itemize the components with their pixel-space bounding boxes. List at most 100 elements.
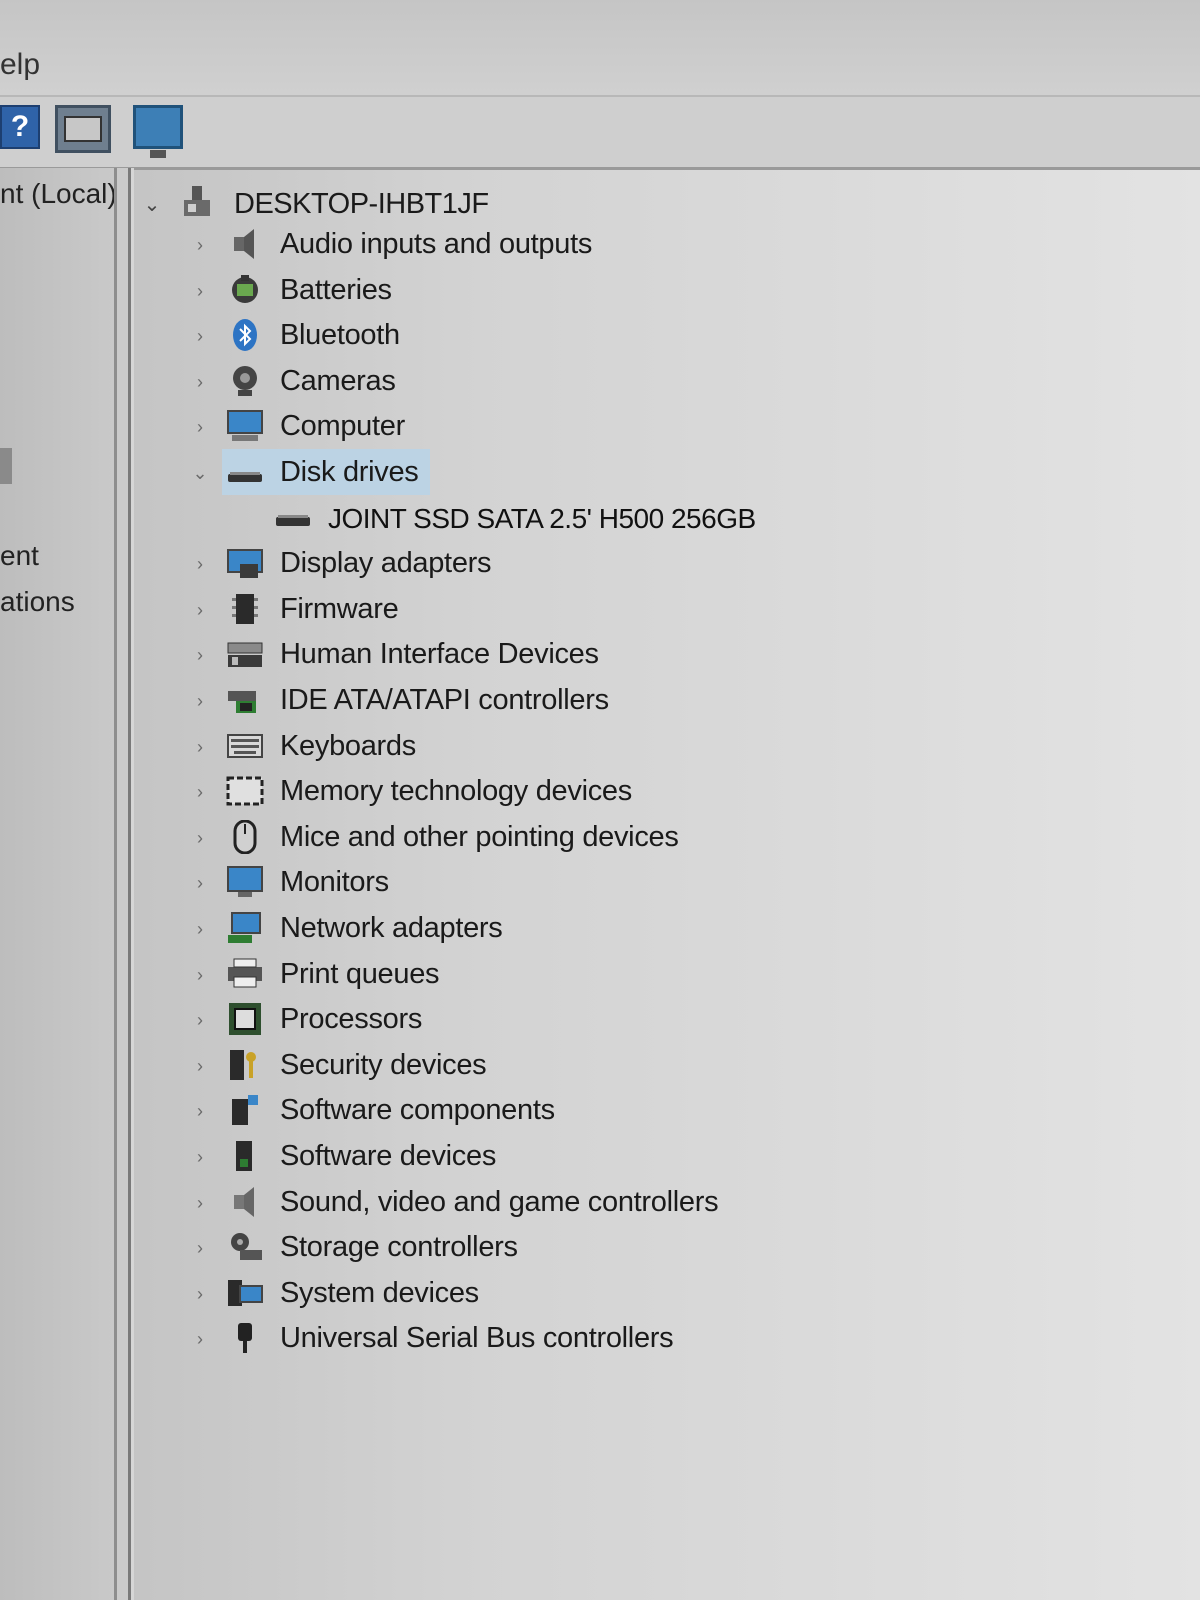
chevron-right-icon[interactable]: › [190, 1284, 210, 1305]
tree-node-label: Computer [280, 410, 405, 443]
tree-node[interactable]: › Keyboards [134, 725, 1134, 769]
chevron-right-icon[interactable]: › [190, 1101, 210, 1122]
hid-icon [226, 637, 264, 671]
security-device-icon [226, 1048, 264, 1082]
tree-node-label: Processors [280, 1003, 423, 1036]
tree-node[interactable]: ⌄ Disk drives [134, 449, 1134, 495]
chevron-down-icon[interactable]: ⌄ [142, 192, 162, 217]
tree-node[interactable]: › Print queues [134, 953, 1134, 997]
computer-tree-icon [184, 186, 210, 216]
tree-node[interactable]: › Batteries [134, 269, 1134, 313]
network-adapter-icon [226, 911, 264, 945]
tree-node-label: Human Interface Devices [280, 638, 599, 671]
chevron-down-icon[interactable]: ⌄ [190, 463, 210, 484]
tree-node-label: Storage controllers [280, 1231, 518, 1264]
tree-node[interactable]: › Human Interface Devices [134, 633, 1134, 677]
speaker-icon [226, 227, 264, 261]
menu-help[interactable]: elp [0, 48, 40, 82]
tree-node-label: Bluetooth [280, 319, 400, 352]
chevron-right-icon[interactable]: › [190, 281, 210, 302]
camera-icon [226, 364, 264, 398]
tree-node[interactable]: › Storage controllers [134, 1226, 1134, 1270]
tree-node[interactable]: › System devices [134, 1272, 1134, 1316]
tree-node[interactable]: › Software components [134, 1089, 1134, 1133]
sound-controller-icon [226, 1185, 264, 1219]
system-device-icon [226, 1276, 264, 1310]
tree-node[interactable]: › IDE ATA/ATAPI controllers [134, 679, 1134, 723]
tree-node[interactable]: › Network adapters [134, 907, 1134, 951]
tree-node-label: Cameras [280, 364, 396, 397]
device-tree: ⌄ DESKTOP-IHBT1JF › Audio inputs and outp… [134, 168, 1200, 1600]
left-pane-item[interactable]: ent [0, 540, 39, 572]
tree-node-label: Batteries [280, 273, 392, 306]
left-pane-item[interactable]: ations [0, 586, 75, 618]
tree-node-label: Network adapters [280, 912, 503, 944]
firmware-icon [226, 592, 264, 626]
tree-node[interactable]: › Security devices [134, 1044, 1134, 1088]
processor-icon [226, 1002, 264, 1036]
chevron-right-icon[interactable]: › [190, 965, 210, 986]
tree-node[interactable]: › Software devices [134, 1135, 1134, 1179]
tree-node[interactable]: › Universal Serial Bus controllers [134, 1317, 1134, 1361]
chevron-right-icon[interactable]: › [190, 1329, 210, 1350]
memory-icon [226, 774, 264, 808]
mouse-icon [226, 819, 264, 855]
chevron-right-icon[interactable]: › [190, 645, 210, 666]
chevron-right-icon[interactable]: › [190, 1238, 210, 1259]
tree-node[interactable]: › Computer [134, 405, 1134, 449]
chevron-right-icon[interactable]: › [190, 873, 210, 894]
chevron-right-icon[interactable]: › [190, 372, 210, 393]
tree-node-label: Mice and other pointing devices [280, 820, 679, 853]
tree-node[interactable]: › Sound, video and game controllers [134, 1181, 1134, 1225]
chevron-right-icon[interactable]: › [190, 691, 210, 712]
tree-node[interactable]: › Display adapters [134, 542, 1134, 586]
chevron-right-icon[interactable]: › [190, 1193, 210, 1214]
bluetooth-icon [226, 318, 264, 352]
tree-node[interactable]: › Monitors [134, 861, 1134, 905]
tree-node[interactable]: › Bluetooth [134, 314, 1134, 358]
chevron-right-icon[interactable]: › [190, 235, 210, 256]
chevron-right-icon[interactable]: › [190, 1147, 210, 1168]
tree-node[interactable]: › Cameras [134, 360, 1134, 404]
chevron-right-icon[interactable]: › [190, 1056, 210, 1077]
software-component-icon [226, 1093, 264, 1127]
left-pane-root-item[interactable]: nt (Local) [0, 178, 117, 210]
chevron-right-icon[interactable]: › [190, 1010, 210, 1031]
tree-node-label: Display adapters [280, 547, 492, 580]
console-tree-pane [0, 168, 114, 1600]
tree-node[interactable]: › Mice and other pointing devices [134, 816, 1134, 860]
tree-node-label: Security devices [280, 1048, 487, 1081]
device-manager-window: elp ? nt (Local) ent ations ⌄ DESKTOP-IH… [0, 0, 1200, 1600]
chevron-right-icon[interactable]: › [190, 600, 210, 621]
tree-node-label: IDE ATA/ATAPI controllers [280, 684, 609, 716]
monitor-icon [226, 865, 264, 899]
tree-node[interactable]: › Audio inputs and outputs [134, 223, 1134, 267]
chevron-right-icon[interactable]: › [190, 919, 210, 940]
tree-node-label: Firmware [280, 592, 399, 625]
tree-node-label: Monitors [280, 866, 389, 899]
show-hide-console-tree-icon[interactable] [55, 105, 111, 153]
pane-splitter[interactable] [114, 168, 134, 1600]
help-icon[interactable]: ? [0, 105, 40, 149]
tree-node-label: Software components [280, 1094, 555, 1127]
tree-node-label: Memory technology devices [280, 775, 632, 808]
tree-node-label: Software devices [280, 1140, 497, 1172]
chevron-right-icon[interactable]: › [190, 782, 210, 803]
chevron-right-icon[interactable]: › [190, 828, 210, 849]
chevron-right-icon[interactable]: › [190, 417, 210, 438]
tree-node[interactable]: › Memory technology devices [134, 770, 1134, 814]
chevron-right-icon[interactable]: › [190, 326, 210, 347]
battery-icon [226, 273, 264, 307]
chevron-right-icon[interactable]: › [190, 737, 210, 758]
tree-node[interactable]: › Firmware [134, 588, 1134, 632]
tree-node[interactable]: › Processors [134, 998, 1134, 1042]
tree-node-label: Disk drives [280, 456, 419, 488]
chevron-right-icon[interactable]: › [190, 554, 210, 575]
tree-node-label: Keyboards [280, 729, 416, 762]
disk-drive-icon [276, 513, 310, 527]
monitor-icon[interactable] [133, 105, 183, 158]
usb-icon [226, 1321, 264, 1355]
ide-controller-icon [226, 683, 264, 717]
tree-node-label: Sound, video and game controllers [280, 1185, 719, 1218]
tree-node-label: System devices [280, 1276, 479, 1309]
